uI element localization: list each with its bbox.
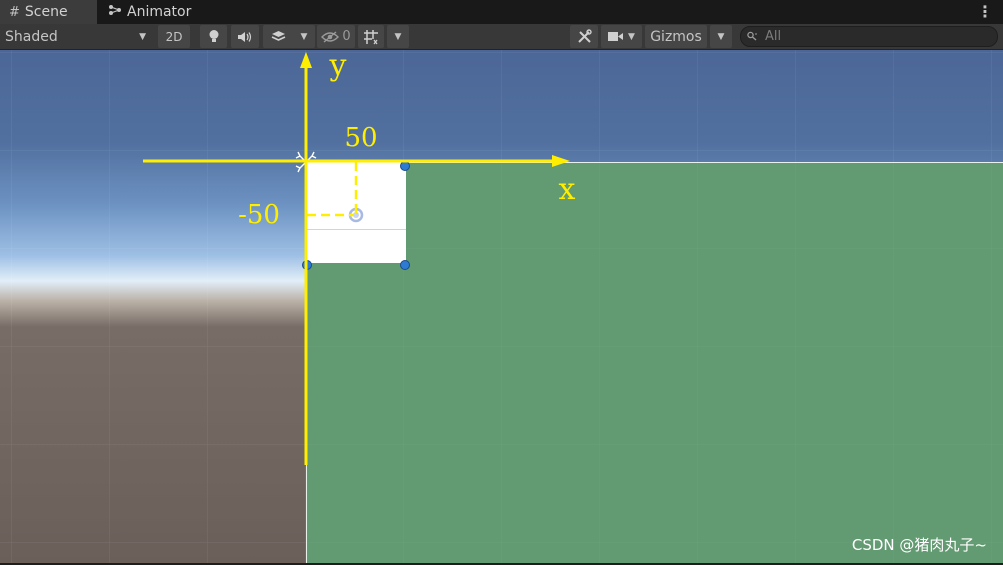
gizmos-label: Gizmos: [650, 28, 702, 45]
lightbulb-icon: [209, 30, 218, 42]
tab-animator[interactable]: Animator: [108, 0, 208, 24]
hidden-objects-toggle[interactable]: 0: [317, 25, 355, 48]
search-field[interactable]: [740, 26, 998, 47]
tab-bar: # Scene Animator ⋮: [0, 0, 1003, 24]
grid-icon: #: [9, 4, 20, 20]
axis-y-label: y: [329, 50, 347, 83]
grid-snap-dropdown[interactable]: ▼: [387, 25, 409, 48]
gizmos-dropdown[interactable]: ▼: [710, 25, 732, 48]
animator-icon: [108, 4, 122, 20]
toggle-2d-label: 2D: [165, 29, 183, 44]
audio-toggle[interactable]: [231, 25, 259, 48]
camera-settings-dropdown[interactable]: ▼: [601, 25, 642, 48]
tools-icon: [577, 29, 592, 43]
tab-animator-label: Animator: [127, 4, 192, 20]
chevron-down-icon: ▼: [717, 31, 725, 42]
rect-handle: [400, 161, 410, 171]
toggle-2d-button[interactable]: 2D: [158, 25, 190, 48]
tab-scene[interactable]: # Scene: [0, 0, 97, 24]
chevron-down-icon: ▼: [300, 31, 308, 42]
scene-toolbar: Shaded ▼ 2D ▼ 0 ▼ ▼ Gizmos ▼: [0, 24, 1003, 50]
rect-handle: [400, 260, 410, 270]
search-input[interactable]: [765, 29, 985, 44]
offset-x-label: 50: [344, 123, 377, 153]
hidden-count: 0: [342, 29, 351, 44]
camera-icon: [608, 32, 624, 41]
chevron-down-icon: ▼: [394, 31, 402, 42]
lighting-toggle[interactable]: [200, 25, 227, 48]
axis-x-label: x: [559, 172, 576, 207]
chevron-down-icon: ▼: [628, 31, 635, 42]
offset-y-label: -50: [238, 200, 280, 230]
tools-button[interactable]: [570, 25, 598, 48]
search-icon: [747, 31, 757, 41]
grid-snap-toggle[interactable]: [358, 25, 384, 48]
canvas-panel-grid: [306, 162, 1003, 563]
effects-toggle[interactable]: ▼: [263, 25, 315, 48]
scene-view[interactable]: y x 50 -50 CSDN @猪肉丸子~: [0, 50, 1003, 563]
more-options-icon[interactable]: ⋮: [977, 2, 993, 21]
watermark: CSDN @猪肉丸子~: [851, 536, 987, 554]
tab-scene-label: Scene: [24, 4, 68, 20]
eye-slash-icon: [321, 30, 340, 43]
layers-icon: [271, 31, 285, 41]
grid-snap-icon: [364, 29, 378, 44]
chevron-down-icon: ▼: [139, 31, 146, 42]
gizmos-button[interactable]: Gizmos: [645, 25, 707, 48]
speaker-icon: [238, 31, 252, 42]
scene-canvas: y x 50 -50: [0, 50, 1003, 563]
draw-mode-label: Shaded: [5, 28, 58, 45]
draw-mode-dropdown[interactable]: Shaded ▼: [0, 25, 152, 48]
